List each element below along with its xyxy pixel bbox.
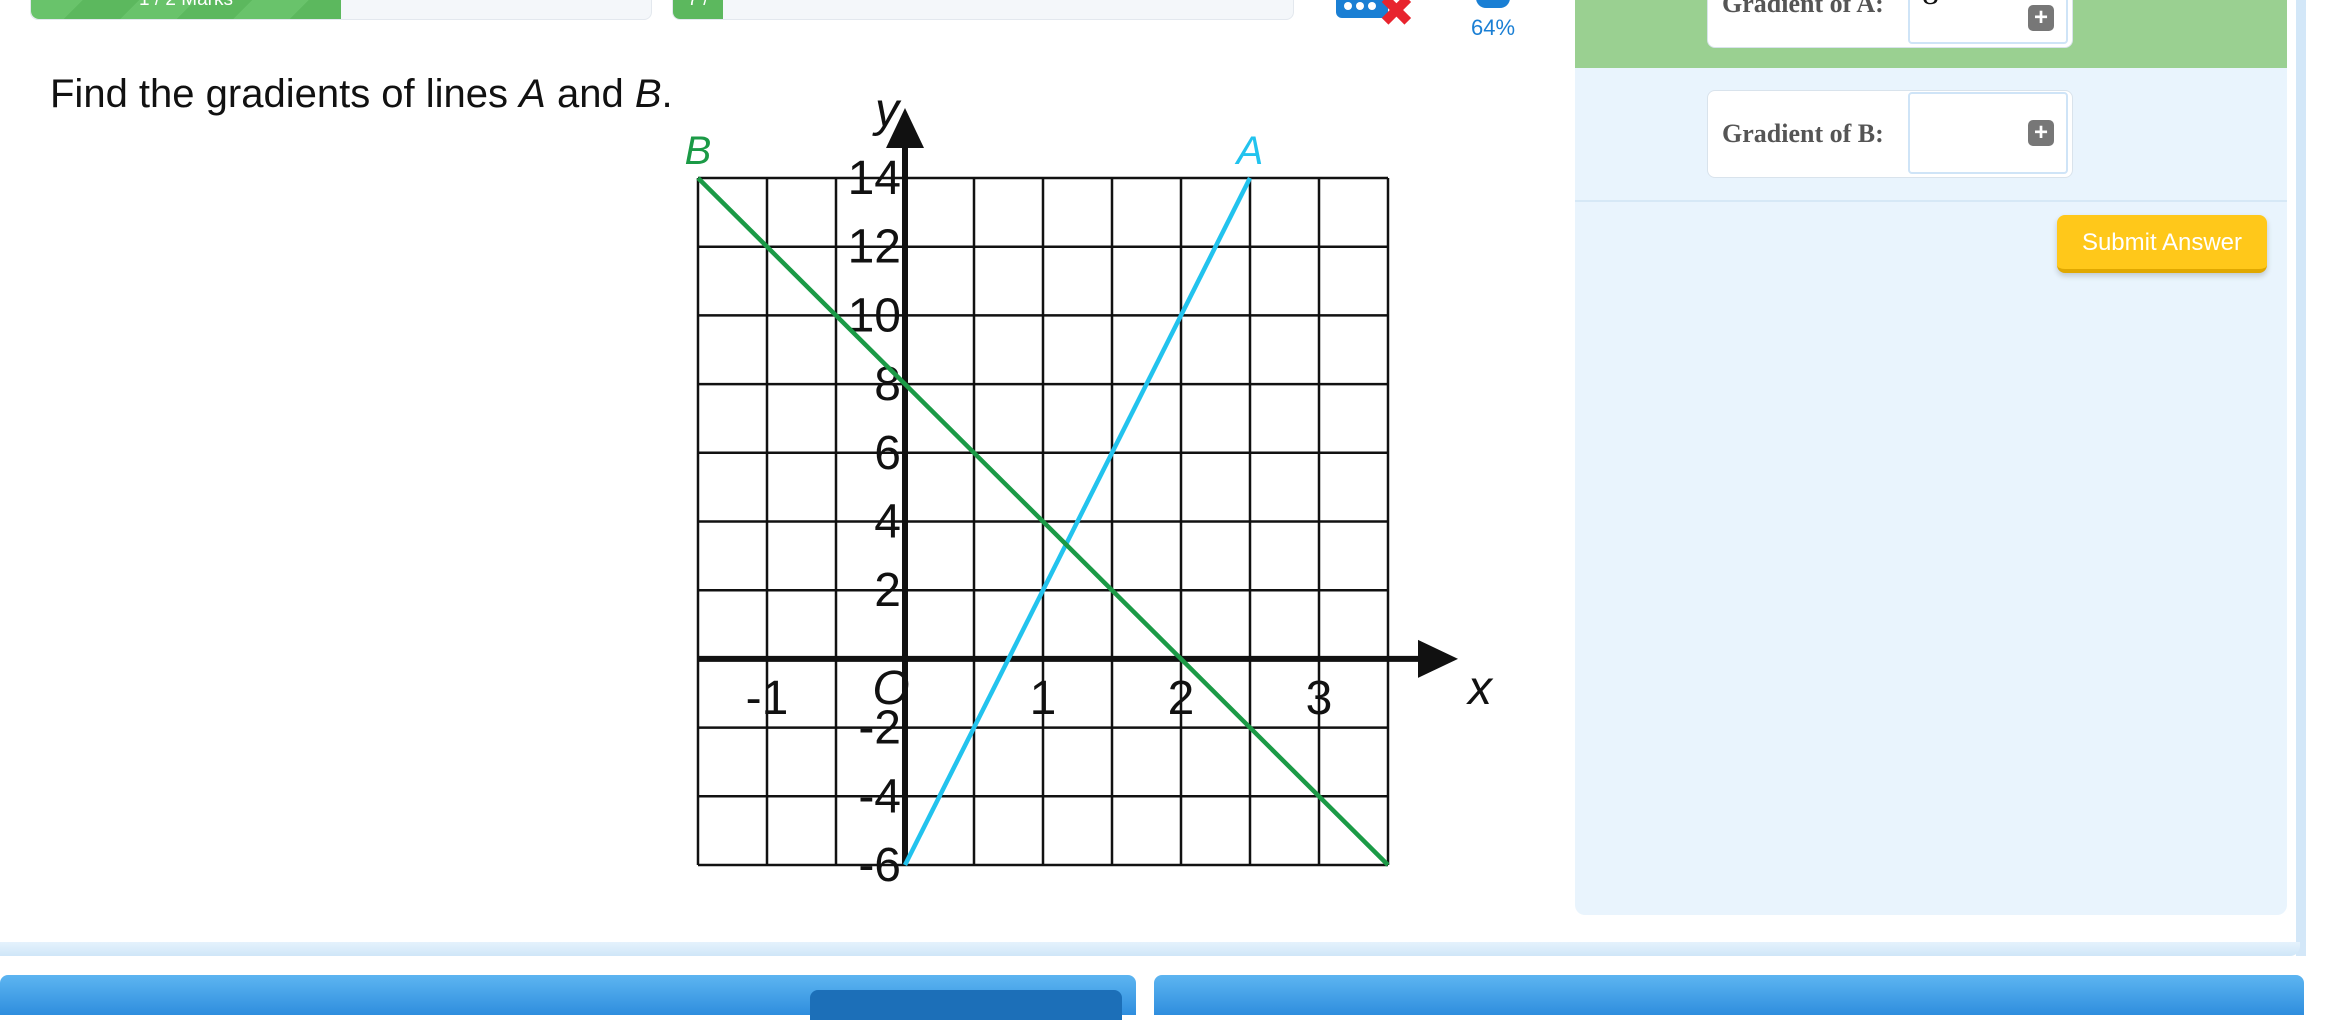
bottom-toolbar-right [1154,975,2304,1015]
gradient-a-label: Gradient of A: [1722,0,1884,18]
person-icon [1476,0,1510,8]
x-axis-label: x [1466,662,1494,715]
gradient-b-label: Gradient of B: [1722,119,1884,148]
page-frame-edge [2296,0,2306,956]
y-tick-label: 6 [874,427,901,480]
line-graph: yx-6-4-22468101214-1 1 2 3OAB [685,84,1494,892]
submit-answer-button[interactable]: Submit Answer [2057,215,2267,273]
y-axis-label: y [872,84,902,137]
question-middle: and [545,72,635,116]
x-tick-label: 2 [1168,672,1195,725]
y-tick-label: 14 [848,152,901,205]
x-tick-label: -1 [746,672,789,725]
marks-label: 1 / 2 Marks [31,0,341,11]
answer-row-b: Gradient of B: + [1575,68,2287,202]
score-percent: 64% [1470,15,1516,40]
y-tick-label: 2 [874,564,901,617]
page-frame-bottom [0,942,2300,956]
origin-label: O [872,662,909,715]
question-line-a: A [519,72,546,116]
marks-progress-bar: 1 / 2 Marks [30,0,652,20]
answer-row-a: Gradient of A: 8 + [1575,0,2287,68]
y-tick-label: -6 [858,839,901,892]
x-tick-label: 3 [1306,672,1333,725]
gradient-a-box: Gradient of A: 8 + [1707,0,2073,48]
plus-icon[interactable]: + [2028,5,2054,31]
series-label-b: B [685,129,712,173]
wrong-cross-icon: ✖ [1378,0,1415,36]
series-label-a: A [1235,129,1264,173]
plus-icon[interactable]: + [2028,120,2054,146]
x-axis-arrow [1418,639,1458,678]
question-prefix: Find the gradients of lines [50,72,520,116]
question-line-b: B [634,72,662,116]
question-progress-bar: 7 / [672,0,1294,20]
bottom-nav-button[interactable] [810,990,1122,1020]
answer-panel: Gradient of A: 8 + Gradient of B: + [1575,0,2287,915]
y-tick-label: -4 [858,770,901,823]
question-text: Find the gradients of lines A and B. [50,72,673,117]
question-counter: 7 / [673,0,723,11]
y-tick-label: 12 [848,221,901,274]
x-tick-label: 1 [1030,672,1057,725]
y-tick-label: 4 [874,496,901,549]
gradient-b-box: Gradient of B: + [1707,90,2073,178]
